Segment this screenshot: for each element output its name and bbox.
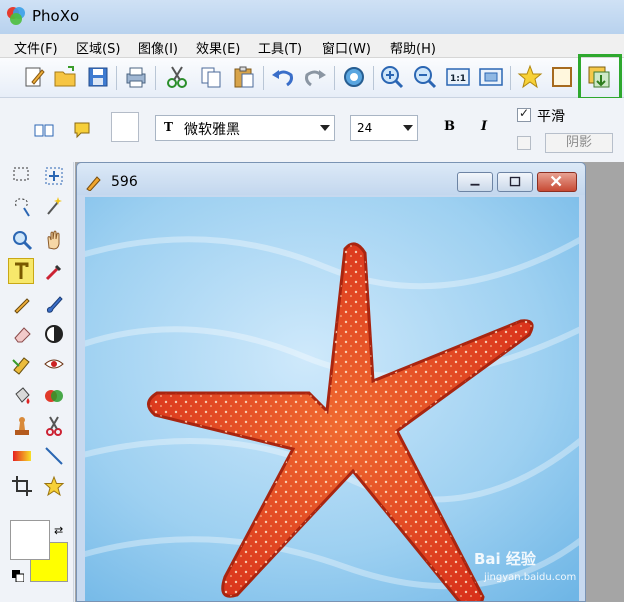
menu-tools[interactable]: 工具(T) xyxy=(258,38,302,57)
svg-text:1:1: 1:1 xyxy=(450,74,466,84)
undo-icon[interactable] xyxy=(269,63,297,91)
toolbar-separator xyxy=(155,66,156,90)
cut-icon[interactable] xyxy=(163,63,191,91)
menu-window[interactable]: 窗口(W) xyxy=(322,38,371,57)
paint-bucket-icon[interactable] xyxy=(10,384,34,408)
tool-palette: ⇄ xyxy=(0,162,74,602)
chevron-down-icon xyxy=(320,125,330,131)
menu-help[interactable]: 帮助(H) xyxy=(390,38,436,57)
line-icon[interactable] xyxy=(42,444,66,468)
book-icon[interactable] xyxy=(32,118,56,142)
save-icon[interactable] xyxy=(84,63,112,91)
foreground-color-swatch[interactable] xyxy=(10,520,50,560)
lasso-icon[interactable] xyxy=(10,194,34,218)
starfish-photo xyxy=(85,197,579,601)
new-icon[interactable] xyxy=(20,63,48,91)
actual-size-icon[interactable]: 1:1 xyxy=(444,63,472,91)
pencil-icon xyxy=(86,176,101,191)
toolbar-separator xyxy=(373,66,374,90)
close-button[interactable] xyxy=(537,172,577,192)
maximize-button[interactable] xyxy=(497,172,533,192)
font-size-value: 24 xyxy=(357,121,373,135)
toolbar-separator xyxy=(263,66,264,90)
crop-icon[interactable] xyxy=(10,474,34,498)
document-title: 596 xyxy=(111,174,138,190)
menu-image[interactable]: 图像(I) xyxy=(138,38,178,57)
print-icon[interactable] xyxy=(122,63,150,91)
baidu-watermark: Bai 经验 xyxy=(474,550,536,568)
main-toolbar: 1:1 xyxy=(0,58,624,98)
text-options-bar: T 微软雅黑 24 B I 平滑 阴影 xyxy=(0,98,624,162)
swap-colors-icon[interactable]: ⇄ xyxy=(54,524,63,537)
italic-button[interactable]: I xyxy=(481,119,487,134)
menu-file[interactable]: 文件(F) xyxy=(14,38,58,57)
text-tool-icon[interactable] xyxy=(8,258,34,284)
color-replace-icon[interactable] xyxy=(42,384,66,408)
phoxo-logo-icon xyxy=(7,7,25,25)
paste-icon[interactable] xyxy=(230,63,258,91)
font-family-select[interactable]: T 微软雅黑 xyxy=(155,115,335,141)
toolbar-separator xyxy=(510,66,511,90)
redo-icon[interactable] xyxy=(301,63,329,91)
title-bar: PhoXo xyxy=(0,0,624,34)
hand-icon[interactable] xyxy=(42,228,66,252)
menu-bar: 文件(F) 区域(S) 图像(I) 效果(E) 工具(T) 窗口(W) 帮助(H… xyxy=(0,34,624,58)
document-window: 596 xyxy=(76,162,586,602)
font-family-value: 微软雅黑 xyxy=(184,122,240,138)
frame-icon[interactable] xyxy=(548,63,576,91)
highlighted-toolbar-button xyxy=(578,54,622,100)
speech-bubble-icon[interactable] xyxy=(70,118,94,142)
minimize-button[interactable] xyxy=(457,172,493,192)
shape-star-icon[interactable] xyxy=(42,474,66,498)
reset-colors-icon[interactable] xyxy=(12,570,24,582)
bold-button[interactable]: B xyxy=(444,119,455,134)
menu-selection[interactable]: 区域(S) xyxy=(76,38,120,57)
magic-wand-icon[interactable] xyxy=(42,194,66,218)
settings-icon[interactable] xyxy=(340,63,368,91)
brush-icon[interactable] xyxy=(42,292,66,316)
font-size-select[interactable]: 24 xyxy=(350,115,418,141)
smooth-label: 平滑 xyxy=(537,109,565,125)
gradient-icon[interactable] xyxy=(10,444,34,468)
red-eye-icon[interactable] xyxy=(42,352,66,376)
contrast-icon[interactable] xyxy=(42,322,66,346)
zoom-in-icon[interactable] xyxy=(378,63,406,91)
eyedropper-icon[interactable] xyxy=(42,260,66,284)
copy-icon[interactable] xyxy=(197,63,225,91)
smooth-checkbox[interactable] xyxy=(517,106,531,122)
zoom-tool-icon[interactable] xyxy=(10,228,34,252)
baidu-watermark-url: jingyan.baidu.com xyxy=(484,572,577,583)
chevron-down-icon xyxy=(403,125,413,131)
favorite-star-icon[interactable] xyxy=(516,63,544,91)
toolbar-separator xyxy=(334,66,335,90)
clone-stamp-icon[interactable] xyxy=(10,352,34,376)
stamp-icon[interactable] xyxy=(10,414,34,438)
text-color-swatch[interactable] xyxy=(111,112,139,142)
shadow-checkbox[interactable] xyxy=(517,136,531,150)
open-icon[interactable] xyxy=(52,63,80,91)
app-title: PhoXo xyxy=(32,7,80,25)
image-canvas[interactable] xyxy=(85,197,579,601)
eraser-icon[interactable] xyxy=(10,322,34,346)
shadow-button[interactable]: 阴影 xyxy=(545,133,613,153)
fit-window-icon[interactable] xyxy=(477,63,505,91)
zoom-out-icon[interactable] xyxy=(411,63,439,91)
move-icon[interactable] xyxy=(42,164,66,188)
pencil-icon[interactable] xyxy=(10,292,34,316)
rect-select-icon[interactable] xyxy=(10,164,34,188)
menu-effects[interactable]: 效果(E) xyxy=(196,38,240,57)
toolbar-separator xyxy=(116,66,117,90)
truetype-font-icon: T xyxy=(164,120,173,134)
scissors-icon[interactable] xyxy=(42,414,66,438)
